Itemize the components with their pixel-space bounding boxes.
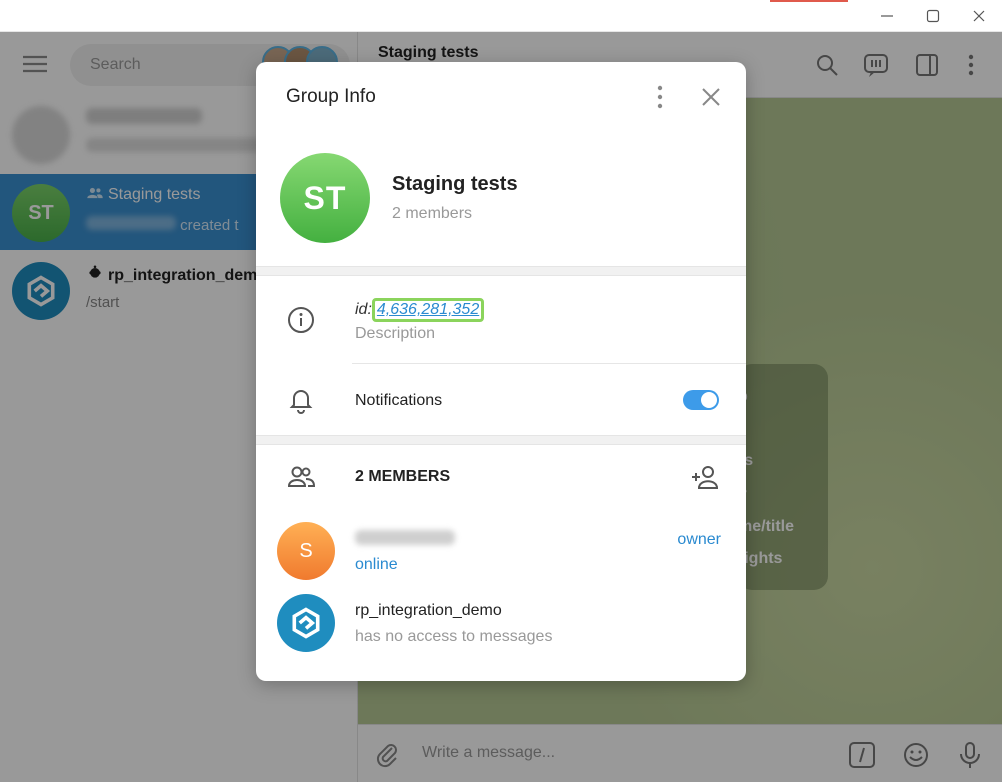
bot-logo-icon <box>292 607 320 639</box>
info-icon <box>288 307 314 333</box>
bot-avatar <box>277 594 335 652</box>
maximize-button[interactable] <box>910 0 956 32</box>
group-info-dialog: Group Info ST Staging tests 2 members id… <box>256 62 746 681</box>
avatar: S <box>277 522 335 580</box>
description-field[interactable]: Description <box>355 325 435 343</box>
minimize-icon <box>881 15 893 17</box>
member-name <box>355 530 455 550</box>
avatar-initials: S <box>299 539 313 562</box>
window-titlebar <box>0 0 1002 32</box>
group-name: Staging tests <box>392 173 518 195</box>
add-member-icon[interactable] <box>690 462 720 492</box>
dialog-title: Group Info <box>286 86 376 107</box>
members-icon <box>287 466 316 487</box>
member-row[interactable]: S online owner <box>256 522 746 588</box>
section-divider <box>256 435 746 445</box>
avatar-initials: ST <box>303 179 347 216</box>
group-id-value[interactable]: 4,636,281,352 <box>371 298 485 322</box>
member-name: rp_integration_demo <box>355 602 502 619</box>
section-divider <box>256 266 746 276</box>
group-avatar[interactable]: ST <box>280 153 370 243</box>
member-role-badge: owner <box>677 531 721 548</box>
close-icon <box>973 10 985 22</box>
more-options-icon[interactable] <box>646 83 674 111</box>
group-id-prefix: id: <box>355 301 372 318</box>
titlebar-accent <box>770 0 848 2</box>
toggle-knob <box>701 392 717 408</box>
group-id[interactable]: id: 4,636,281,352 <box>355 298 485 322</box>
window-close-button[interactable] <box>956 0 1002 32</box>
maximize-icon <box>926 9 940 23</box>
close-icon[interactable] <box>697 83 725 111</box>
member-count: 2 members <box>392 205 473 222</box>
member-row[interactable]: rp_integration_demo has no access to mes… <box>256 594 746 660</box>
member-status: online <box>355 556 398 573</box>
notifications-toggle[interactable] <box>683 390 719 410</box>
bell-icon <box>289 390 313 414</box>
divider <box>352 363 746 364</box>
notifications-label: Notifications <box>355 392 443 409</box>
member-status: has no access to messages <box>355 628 553 645</box>
members-heading: 2 MEMBERS <box>355 468 451 485</box>
minimize-button[interactable] <box>864 0 910 32</box>
